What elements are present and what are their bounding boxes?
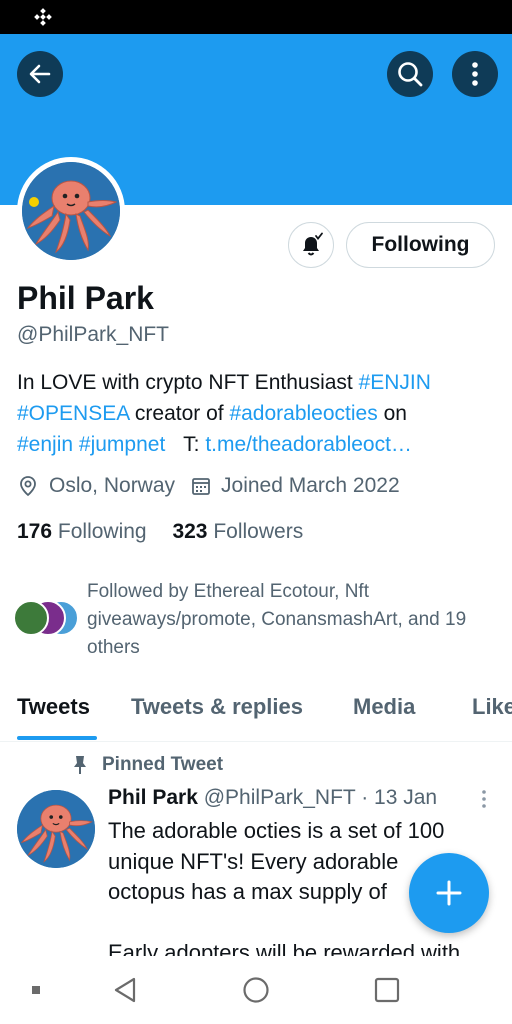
profile-avatar[interactable] [17,157,125,265]
triangle-back-icon [114,977,136,1003]
hashtag-link[interactable]: #adorableocties [229,402,377,425]
tab-likes[interactable]: Likes [472,694,512,720]
nav-dot-button[interactable] [30,984,42,996]
square-dot-icon [32,986,40,994]
hashtag-link[interactable]: #ENJIN [359,371,431,394]
profile-tabs: Tweets Tweets & replies Media Likes [0,690,512,742]
search-button[interactable] [387,51,433,97]
pinned-text: Pinned Tweet [102,754,224,775]
notifications-toggle-button[interactable] [288,222,334,268]
following-link[interactable]: 176 Following [17,520,147,543]
hashtag-link[interactable]: #OPENSEA [17,402,129,425]
pinned-tweet-label: Pinned Tweet [72,754,223,776]
octopus-avatar-image [17,790,95,868]
followed-by-text: Followed by Ethereal Ecotour, Nft giveaw… [87,581,467,658]
status-bar [0,0,512,34]
tab-media[interactable]: Media [353,694,415,720]
nav-recents-button[interactable] [370,972,404,1008]
profile-name: Phil Park [17,280,154,316]
following-label: Following [57,520,147,543]
hashtag-link[interactable]: #jumpnet [79,433,165,456]
nav-home-button[interactable] [239,972,273,1008]
follow-stats: 176 Following 323 Followers [17,520,303,544]
followers-label: Followers [213,520,304,543]
pin-icon [72,755,88,775]
app-notification-icon [34,8,52,26]
following-count: 176 [17,520,53,543]
notification-bell-icon [303,232,323,256]
followers-link[interactable]: 323 Followers [172,520,303,543]
square-recents-icon [374,977,400,1003]
more-vertical-icon [482,790,486,808]
tweet-line: The adorable octies is a set of 100 [108,818,445,843]
profile-location: Oslo, Norway [49,474,176,497]
followers-count: 323 [172,520,208,543]
bio-text: creator of [129,402,230,425]
profile-handle: @PhilPark_NFT [17,323,170,346]
system-navigation-bar [0,958,512,1024]
profile-meta: Oslo, Norway Joined March 2022 [17,474,400,498]
tab-tweets-replies[interactable]: Tweets & replies [131,694,303,720]
octopus-avatar-image [22,162,120,260]
nav-back-button[interactable] [108,972,142,1008]
hashtag-link[interactable]: #enjin [17,433,73,456]
search-icon [398,62,423,87]
circle-home-icon [243,977,269,1003]
more-options-button[interactable] [452,51,498,97]
tweet-author-name[interactable]: Phil Park [108,786,198,809]
tweet-author-avatar[interactable] [17,790,95,868]
tab-tweets[interactable]: Tweets [17,694,90,720]
bio-text: T: [183,433,206,456]
more-vertical-icon [472,62,478,86]
bio-text: on [377,402,407,425]
back-button[interactable] [17,51,63,97]
tweet-header: Phil Park @PhilPark_NFT · 13 Jan [108,786,437,810]
following-button[interactable]: Following [346,222,495,268]
location-pin-icon [17,475,39,497]
back-arrow-icon [29,64,51,84]
bio-text: In LOVE with crypto NFT Enthusiast [17,371,359,394]
tweet-more-button[interactable] [474,789,494,814]
followed-by-avatars [13,600,83,638]
profile-joined-date: Joined March 2022 [221,474,400,497]
profile-bio: In LOVE with crypto NFT Enthusiast #ENJI… [17,367,497,460]
tweet-handle-date: @PhilPark_NFT · 13 Jan [203,786,438,809]
tweet-line: Early adopters will be rewarded with [108,940,461,956]
avatar [13,600,49,636]
calendar-icon [191,476,211,496]
active-tab-indicator [17,736,97,740]
plus-icon [436,880,462,906]
bio-url-link[interactable]: t.me/theadorableoct… [205,433,412,456]
compose-tweet-button[interactable] [409,853,489,933]
